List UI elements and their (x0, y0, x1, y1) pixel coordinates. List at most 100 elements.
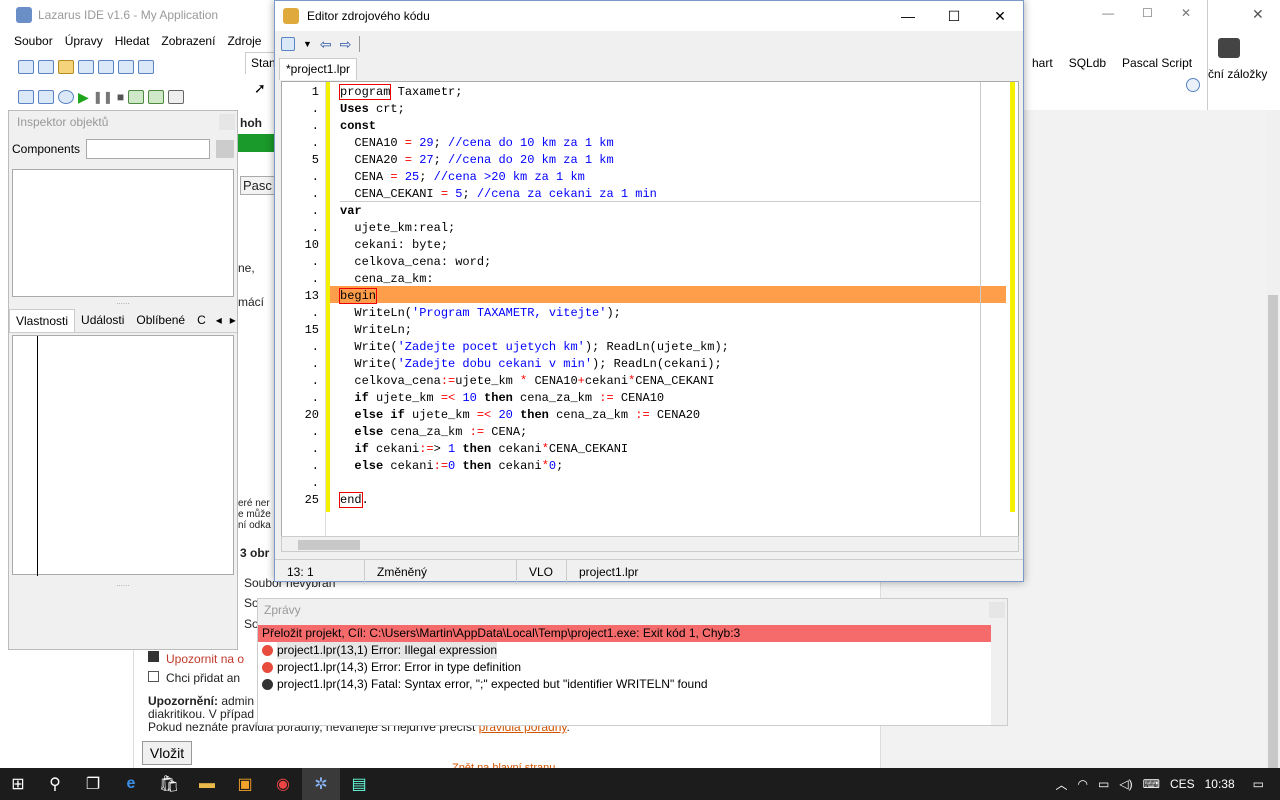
code-line[interactable]: WriteLn('Program TAXAMETR, vitejte'); (340, 305, 620, 322)
forward-icon[interactable]: ⇨ (340, 36, 352, 53)
selection-pointer-icon[interactable]: ➚ (254, 80, 266, 97)
toggle-form-icon[interactable] (118, 60, 134, 74)
code-line[interactable]: celkova_cena: word; (340, 254, 491, 271)
code-line[interactable]: if cekani:=> 1 then cekani*CENA_CEKANI (340, 441, 628, 458)
run-icon[interactable]: ▶ (78, 89, 89, 106)
code-line[interactable]: Write('Zadejte pocet ujetych km'); ReadL… (340, 339, 728, 356)
tab-sqldb[interactable]: SQLdb (1061, 54, 1114, 72)
page-scrollbar[interactable] (1266, 110, 1280, 792)
messages-close-icon[interactable] (989, 602, 1005, 618)
code-line[interactable]: CENA10 = 29; //cena do 10 km za 1 km (340, 135, 613, 152)
menu-soubor[interactable]: Soubor (8, 34, 59, 48)
editor-hscrollbar[interactable] (281, 536, 1019, 552)
tab-chart[interactable]: hart (1024, 54, 1061, 72)
store-icon[interactable]: 🛍 (150, 768, 188, 800)
ide-minimize-icon[interactable]: — (1102, 6, 1114, 20)
home-icon[interactable] (281, 37, 295, 51)
property-grid[interactable] (12, 335, 234, 576)
keyboard-icon[interactable]: ⌨ (1143, 777, 1160, 791)
tab-vlastnosti[interactable]: Vlastnosti (9, 309, 76, 332)
upozornit-checkbox[interactable] (148, 651, 159, 662)
pause-icon[interactable]: ❚❚ (93, 90, 113, 104)
code-line[interactable]: CENA20 = 27; //cena do 20 km za 1 km (340, 152, 613, 169)
menu-zdroje[interactable]: Zdroje (221, 34, 267, 48)
wifi-icon[interactable]: ◠ (1078, 777, 1088, 791)
step-into-icon[interactable] (128, 90, 145, 104)
step-out-icon[interactable] (168, 90, 185, 104)
chci-pridat-checkbox[interactable] (148, 671, 159, 682)
message-compile-summary[interactable]: Přeložit projekt, Cíl: C:\Users\Martin\A… (258, 625, 992, 642)
media-icon[interactable]: ▣ (226, 768, 264, 800)
messages-list[interactable]: Přeložit projekt, Cíl: C:\Users\Martin\A… (258, 625, 992, 725)
code-line[interactable]: else cena_za_km := CENA; (340, 424, 527, 441)
message-fatal[interactable]: project1.lpr(14,3) Fatal: Syntax error, … (258, 676, 992, 693)
save-all-icon[interactable] (98, 60, 114, 74)
code-line[interactable]: celkova_cena:=ujete_km * CENA10+cekani*C… (340, 373, 714, 390)
file-explorer-icon[interactable]: ▬ (188, 768, 226, 800)
menu-upravy[interactable]: Úpravy (59, 34, 109, 48)
view-forms-icon[interactable] (18, 90, 34, 104)
inspector-close-icon[interactable] (219, 114, 235, 130)
code-line[interactable]: if ujete_km =< 10 then cena_za_km := CEN… (340, 390, 664, 407)
code-line[interactable]: ujete_km:real; (340, 220, 455, 237)
components-tree[interactable] (12, 169, 234, 297)
task-view-icon[interactable]: ❐ (74, 768, 112, 800)
tab-oblibene[interactable]: Oblíbené (130, 309, 191, 332)
code-line[interactable]: Uses crt; (340, 101, 405, 118)
battery-icon[interactable]: ▭ (1098, 777, 1109, 791)
action-center-icon[interactable]: ▭ (1253, 777, 1264, 791)
chrome-icon[interactable]: ◉ (264, 768, 302, 800)
code-line[interactable]: const (340, 118, 376, 135)
message-error-1[interactable]: project1.lpr(13,1) Error: Illegal expres… (258, 642, 992, 659)
edge-icon[interactable]: e (112, 768, 150, 800)
hscroll-thumb[interactable] (298, 540, 360, 550)
vlozit-button[interactable]: Vložit (142, 741, 192, 765)
ide-close-icon[interactable]: ✕ (1181, 6, 1191, 20)
clear-filter-icon[interactable] (216, 140, 234, 158)
clock[interactable]: 10:38 (1205, 777, 1235, 791)
dropdown-arrow-icon[interactable]: ▼ (303, 39, 312, 49)
code-line[interactable]: CENA = 25; //cena >20 km za 1 km (340, 169, 584, 186)
tab-udalosti[interactable]: Události (75, 309, 130, 332)
step-over-icon[interactable] (148, 90, 165, 104)
lazarus-taskbar-icon[interactable]: ✲ (302, 768, 340, 800)
editor-maximize-icon[interactable]: ☐ (931, 1, 977, 31)
back-icon[interactable]: ⇦ (320, 36, 332, 53)
menu-zobrazeni[interactable]: Zobrazení (155, 34, 221, 48)
splitter-handle[interactable]: ...... (9, 298, 237, 306)
code-editor[interactable]: 1... 5.... 10.. 13. 15.... 20.... 25 program T… (281, 81, 1019, 537)
volume-icon[interactable]: ◁) (1119, 777, 1132, 791)
language-indicator[interactable]: CES (1170, 777, 1195, 791)
notepad-icon[interactable]: ▤ (340, 768, 378, 800)
code-line[interactable]: cena_za_km: (340, 271, 433, 288)
browser-close-icon[interactable]: ✕ (1252, 6, 1264, 23)
notification-icon[interactable] (1218, 38, 1240, 58)
start-icon[interactable]: ⊞ (0, 768, 36, 800)
components-filter-input[interactable] (86, 139, 211, 159)
code-line[interactable]: cekani: byte; (340, 237, 448, 254)
search-icon[interactable]: ⚲ (36, 768, 74, 800)
page-scrollbar-thumb[interactable] (1268, 295, 1278, 792)
save-icon[interactable] (78, 60, 94, 74)
build-gear-icon[interactable] (58, 90, 74, 104)
open-icon[interactable] (38, 60, 54, 74)
chevron-up-icon[interactable]: ︿ (1056, 776, 1068, 793)
message-error-2[interactable]: project1.lpr(14,3) Error: Error in type … (258, 659, 992, 676)
splitter-handle-2[interactable]: ...... (9, 579, 237, 588)
code-line[interactable]: end. (339, 492, 369, 509)
tab-scroll-left-icon[interactable]: ◂ (212, 309, 226, 332)
tab-pascal-script[interactable]: Pascal Script (1114, 54, 1200, 72)
tab-scroll-right-icon[interactable]: ▸ (226, 309, 240, 332)
editor-minimize-icon[interactable]: — (885, 1, 931, 31)
code-line[interactable]: begin (338, 288, 378, 305)
code-line[interactable]: Write('Zadejte dobu cekani v min'); Read… (340, 356, 721, 373)
ide-maximize-icon[interactable]: ☐ (1142, 6, 1153, 20)
code-line[interactable]: WriteLn; (340, 322, 412, 339)
code-line[interactable]: else cekani:=0 then cekani*0; (340, 458, 563, 475)
menu-hledat[interactable]: Hledat (109, 34, 156, 48)
code-line[interactable]: CENA_CEKANI = 5; //cena za cekani za 1 m… (340, 186, 656, 203)
messages-vscroll[interactable] (991, 625, 1005, 725)
open-folder-icon[interactable] (58, 60, 74, 74)
code-text[interactable]: program Taxametr; Uses crt; const CENA10 =… (338, 82, 1008, 536)
editor-close-icon[interactable]: ✕ (977, 1, 1023, 31)
